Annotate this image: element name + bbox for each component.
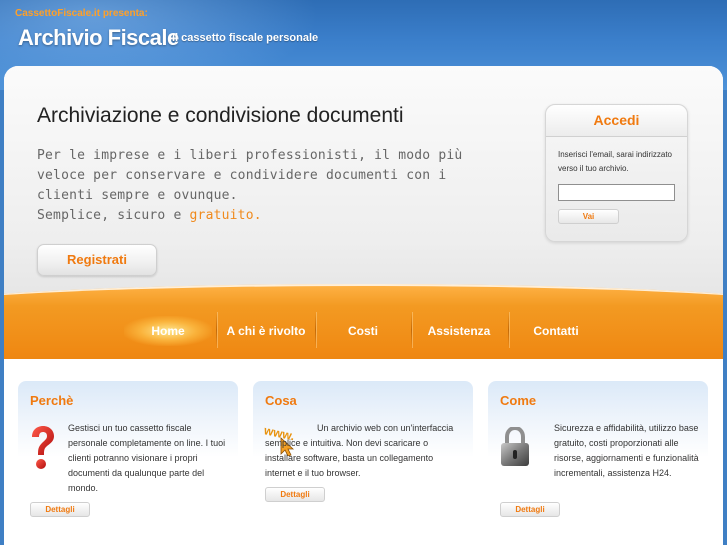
card-text: Un archivio web con un'interfaccia sempl… [265, 423, 454, 478]
email-input[interactable] [558, 184, 675, 201]
card-title: Cosa [265, 393, 297, 408]
login-instructions: Inserisci l'email, sarai indirizzato ver… [558, 150, 673, 173]
nav-item-home[interactable]: Home [124, 316, 212, 346]
site-title[interactable]: Archivio Fiscale [18, 25, 179, 51]
login-title-button[interactable]: Accedi [546, 105, 687, 137]
nav-separator [508, 312, 509, 348]
hero-section: Archiviazione e condivisione documenti P… [4, 66, 723, 316]
hero-description-tagline: Semplice, sicuro e [37, 208, 190, 223]
nav-item-a-chi-e-rivolto[interactable]: A chi è rivolto [218, 316, 314, 346]
register-button[interactable]: Registrati [37, 244, 157, 276]
card-come: Come Sicurezza e affidabilità, utilizzo … [488, 381, 708, 545]
hero-description-highlight: gratuito. [189, 208, 262, 223]
nav-item-costi[interactable]: Costi [317, 316, 409, 346]
question-mark-icon [32, 426, 54, 469]
card-title: Come [500, 393, 537, 408]
nav-item-assistenza[interactable]: Assistenza [413, 316, 505, 346]
hero-title: Archiviazione e condivisione documenti [37, 104, 404, 127]
main-nav: Home A chi è rivolto Costi Assistenza Co… [4, 284, 723, 359]
login-submit-button[interactable]: Vai [558, 209, 619, 224]
nav-separator [315, 312, 316, 348]
presenta-text: CassettoFiscale.it presenta: [15, 8, 148, 19]
site-subtitle: Il cassetto fiscale personale [172, 32, 319, 44]
nav-item-contatti[interactable]: Contatti [510, 316, 602, 346]
card-cosa: Cosa www. Un archivio web con un'interfa… [253, 381, 473, 545]
login-box: Accedi Inserisci l'email, sarai indirizz… [545, 104, 688, 242]
card-text: Sicurezza e affidabilità, utilizzo base … [554, 423, 699, 478]
nav-separator [216, 312, 217, 348]
card-details-button[interactable]: Dettagli [500, 502, 560, 517]
features-section: Perchè Gestisci un tuo cassetto fiscale … [4, 359, 723, 545]
hero-description-main: Per le imprese e i liberi professionisti… [37, 148, 463, 203]
card-perche: Perchè Gestisci un tuo cassetto fiscale … [18, 381, 238, 545]
nav-separator [411, 312, 412, 348]
card-details-button[interactable]: Dettagli [30, 502, 90, 517]
card-details-button[interactable]: Dettagli [265, 487, 325, 502]
main-panel: Archiviazione e condivisione documenti P… [4, 66, 723, 545]
hero-description: Per le imprese e i liberi professionisti… [37, 146, 467, 226]
card-title: Perchè [30, 393, 74, 408]
card-text: Gestisci un tuo cassetto fiscale persona… [68, 423, 226, 493]
padlock-icon [501, 427, 529, 466]
